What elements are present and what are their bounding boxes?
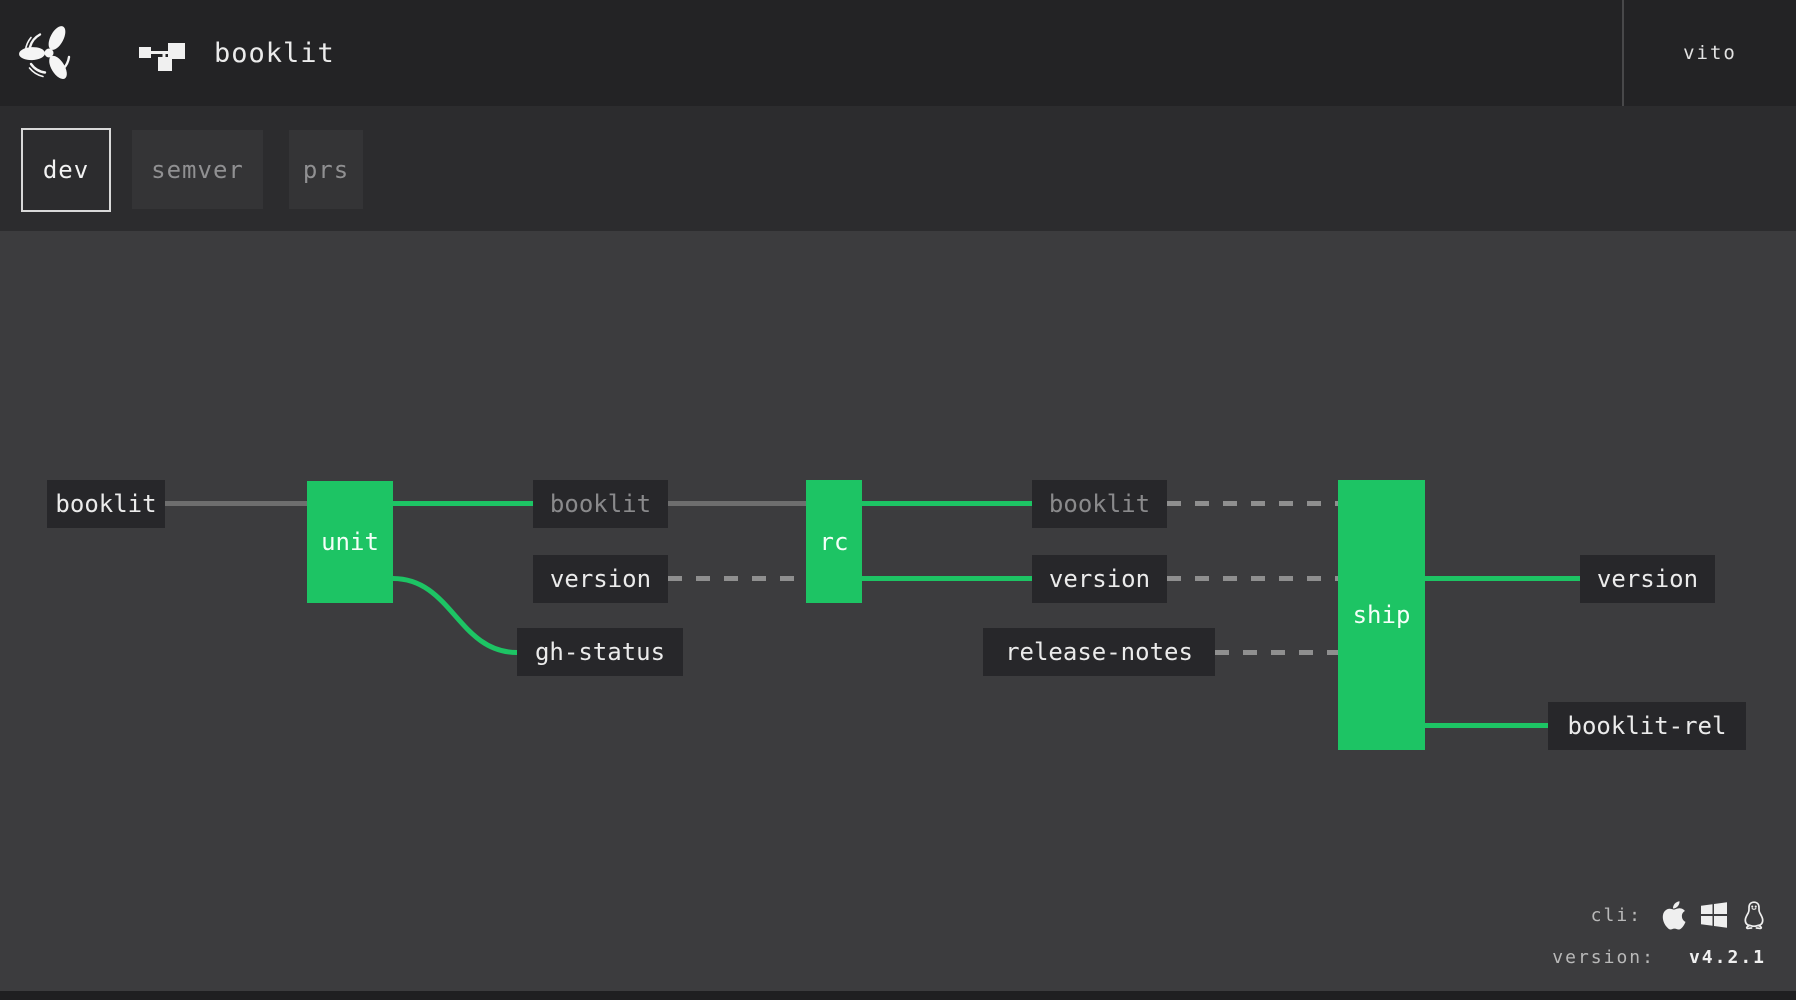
pipeline-groups-bar: dev semver prs <box>0 106 1796 231</box>
resource-booklit-rel[interactable]: booklit-rel <box>1548 702 1746 750</box>
job-unit[interactable]: unit <box>307 481 393 603</box>
link-unit-to-booklit <box>393 501 533 506</box>
link-booklit-to-ship <box>1167 501 1338 506</box>
resource-version-before-rc[interactable]: version <box>533 555 668 603</box>
tab-prs[interactable]: prs <box>289 130 363 209</box>
job-rc[interactable]: rc <box>806 480 862 603</box>
tab-dev[interactable]: dev <box>21 128 111 212</box>
resource-version-after-rc[interactable]: version <box>1032 555 1167 603</box>
resource-gh-status[interactable]: gh-status <box>517 628 683 676</box>
link-version-to-rc <box>668 576 806 581</box>
link-ship-to-version <box>1425 576 1580 581</box>
pipeline-title: booklit <box>214 37 335 69</box>
windows-icon[interactable] <box>1700 900 1728 930</box>
linux-icon[interactable] <box>1740 900 1768 930</box>
bottom-bar <box>0 991 1796 1000</box>
resource-version-output[interactable]: version <box>1580 555 1715 603</box>
top-bar: booklit vito <box>0 0 1796 106</box>
resource-booklit-input[interactable]: booklit <box>47 480 165 528</box>
link-booklit-to-unit <box>165 501 307 506</box>
resource-booklit-after-rc[interactable]: booklit <box>1032 480 1167 528</box>
cli-label: cli: <box>1590 904 1642 926</box>
resource-booklit-after-unit[interactable]: booklit <box>533 480 668 528</box>
user-menu[interactable]: vito <box>1624 0 1796 106</box>
link-ship-to-booklit-rel <box>1425 723 1548 728</box>
version-label: version: <box>1552 946 1655 968</box>
concourse-pipeline-page: booklit vito dev semver prs unit rc ship… <box>0 0 1796 1000</box>
cli-version: version: v4.2.1 <box>1552 944 1766 970</box>
cli-downloads: cli: <box>1591 898 1768 932</box>
concourse-logo-icon[interactable] <box>16 20 82 86</box>
job-ship[interactable]: ship <box>1338 480 1425 750</box>
version-value: v4.2.1 <box>1688 946 1766 968</box>
tab-semver[interactable]: semver <box>132 130 263 209</box>
link-version-to-ship <box>1167 576 1338 581</box>
link-rc-to-version <box>862 576 1032 581</box>
pipeline-breadcrumb-icon <box>139 43 186 71</box>
link-booklit-to-rc <box>668 501 806 506</box>
apple-icon[interactable] <box>1660 900 1688 930</box>
resource-release-notes[interactable]: release-notes <box>983 628 1215 676</box>
link-release-notes-to-ship <box>1215 650 1338 655</box>
link-rc-to-booklit <box>862 501 1032 506</box>
